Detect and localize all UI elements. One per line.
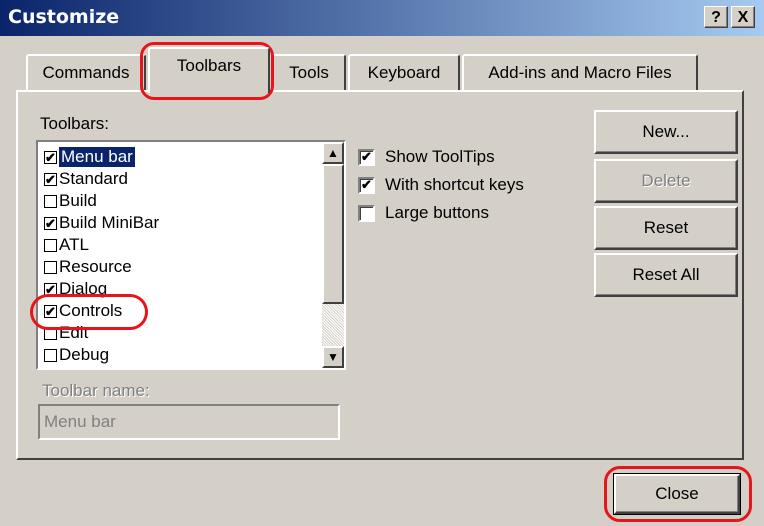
tab-commands[interactable]: Commands — [26, 54, 146, 90]
list-item[interactable]: ✔ Menu bar — [44, 146, 135, 168]
vertical-scrollbar[interactable]: ▲ ▼ — [322, 142, 344, 368]
show-tooltips-label: Show ToolTips — [385, 147, 495, 166]
list-item[interactable]: ATL — [44, 234, 89, 256]
reset-all-button[interactable]: Reset All — [594, 253, 738, 297]
list-item-label: Debug — [59, 345, 110, 364]
toolbars-list-label: Toolbars: — [40, 114, 109, 133]
highlight-ring-close-button — [604, 466, 752, 522]
checkbox[interactable]: ✔ — [44, 172, 57, 186]
new-button[interactable]: New... — [594, 110, 738, 154]
list-item[interactable]: Resource — [44, 256, 132, 278]
close-window-button[interactable]: X — [731, 6, 755, 28]
with-shortcut-keys-checkbox[interactable]: ✔ With shortcut keys — [358, 175, 524, 195]
checkbox[interactable] — [44, 348, 57, 362]
scroll-down-arrow-icon[interactable]: ▼ — [322, 346, 344, 368]
toolbar-name-value: Menu bar — [44, 412, 116, 431]
list-item-label: Menu bar — [59, 147, 135, 167]
window-title: Customize — [8, 6, 120, 28]
list-item[interactable]: Build — [44, 190, 97, 212]
tab-keyboard[interactable]: Keyboard — [348, 54, 460, 90]
checkbox[interactable]: ✔ — [44, 150, 57, 164]
with-shortcut-keys-label: With shortcut keys — [385, 175, 524, 194]
delete-button[interactable]: Delete — [594, 159, 738, 203]
checkbox[interactable] — [44, 194, 57, 208]
list-item-label: Build MiniBar — [59, 213, 160, 232]
show-tooltips-checkbox[interactable]: ✔ Show ToolTips — [358, 147, 495, 167]
list-item[interactable]: ✔ Standard — [44, 168, 128, 190]
toolbars-listbox[interactable]: ✔ Menu bar ✔ Standard Build ✔ Build Mini… — [36, 140, 346, 370]
tab-tools[interactable]: Tools — [272, 54, 346, 90]
checkbox-box[interactable] — [358, 204, 375, 222]
title-bar[interactable]: Customize ? X — [0, 0, 764, 36]
list-item-label: Resource — [59, 257, 132, 276]
large-buttons-label: Large buttons — [385, 203, 489, 222]
list-item-label: Build — [59, 191, 97, 210]
checkbox[interactable] — [44, 260, 57, 274]
help-button[interactable]: ? — [704, 6, 728, 28]
highlight-ring-controls-item — [30, 294, 148, 330]
tab-add-ins-and-macro-files[interactable]: Add-ins and Macro Files — [462, 54, 698, 90]
checkbox-box[interactable]: ✔ — [358, 148, 375, 166]
list-item-label: ATL — [59, 235, 89, 254]
scroll-thumb[interactable] — [322, 164, 344, 304]
list-item-label: Standard — [59, 169, 128, 188]
scroll-up-arrow-icon[interactable]: ▲ — [322, 142, 344, 164]
reset-button[interactable]: Reset — [594, 206, 738, 250]
checkbox-box[interactable]: ✔ — [358, 176, 375, 194]
toolbar-name-label: Toolbar name: — [42, 381, 150, 400]
tab-toolbars[interactable]: Toolbars — [148, 47, 270, 93]
list-item[interactable]: Debug — [44, 344, 109, 366]
checkbox[interactable]: ✔ — [44, 216, 57, 230]
checkbox[interactable] — [44, 238, 57, 252]
customize-dialog: Customize ? X Commands Toolbars Tools Ke… — [0, 0, 764, 526]
large-buttons-checkbox[interactable]: Large buttons — [358, 203, 489, 223]
list-item[interactable]: ✔ Build MiniBar — [44, 212, 159, 234]
toolbar-name-field[interactable]: Menu bar — [38, 404, 340, 440]
